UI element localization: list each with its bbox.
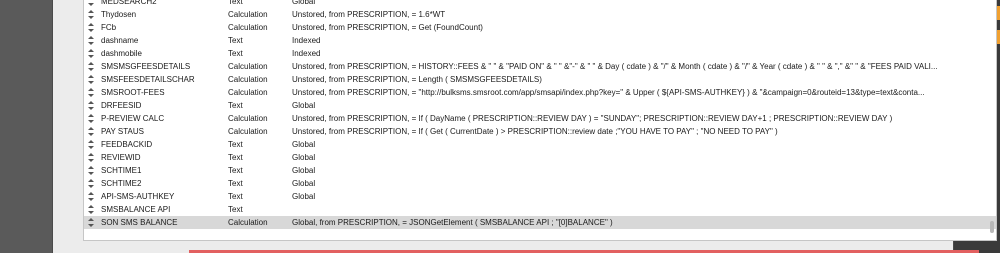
field-name: API-SMS-AUTHKEY	[101, 192, 175, 201]
field-row[interactable]: FCb Calculation Unstored, from PRESCRIPTIO…	[84, 21, 996, 34]
field-type: Calculation	[228, 62, 268, 71]
field-options: Global	[292, 153, 316, 162]
drag-handle-icon[interactable]	[87, 36, 95, 45]
field-options: Indexed	[292, 36, 321, 45]
field-type: Calculation	[228, 10, 268, 19]
field-type: Text	[228, 49, 243, 58]
field-options: Unstored, from PRESCRIPTION, = Get (Foun…	[292, 23, 483, 32]
field-type: Calculation	[228, 75, 268, 84]
field-type: Text	[228, 166, 243, 175]
field-type: Calculation	[228, 23, 268, 32]
drag-handle-icon[interactable]	[87, 218, 95, 227]
field-type: Text	[228, 179, 243, 188]
field-row[interactable]: SCHTIME1 Text Global	[84, 164, 996, 177]
field-name: SMSFEESDETAILSCHAR	[101, 75, 195, 84]
field-name: SMSROOT-FEES	[101, 88, 165, 97]
field-options: Unstored, from PRESCRIPTION, = 1.6*WT	[292, 10, 446, 19]
background-left	[0, 0, 52, 253]
field-row[interactable]: SMSFEESDETAILSCHAR Calculation Unstored, f…	[84, 73, 996, 86]
field-type: Calculation	[228, 88, 268, 97]
field-name: MEDSEARCH2	[101, 0, 157, 6]
field-type: Text	[228, 153, 243, 162]
field-row[interactable]: dashname Text Indexed	[84, 34, 996, 47]
drag-handle-icon[interactable]	[87, 192, 95, 201]
field-row[interactable]: SMSMSGFEESDETAILS Calculation Unstored, fr…	[84, 60, 996, 73]
field-row[interactable]: SON SMS BALANCE Calculation Global, from P…	[84, 216, 996, 229]
field-options: Global	[292, 179, 316, 188]
field-row[interactable]: SMSROOT-FEES Calculation Unstored, from PR…	[84, 86, 996, 99]
field-options: Global	[292, 101, 316, 110]
drag-handle-icon[interactable]	[87, 127, 95, 136]
field-type: Text	[228, 101, 243, 110]
field-options: Global	[292, 0, 316, 6]
field-row[interactable]: SMSBALANCE API Text	[84, 203, 996, 216]
field-options: Global	[292, 166, 316, 175]
drag-handle-icon[interactable]	[87, 179, 95, 188]
drag-handle-icon[interactable]	[87, 0, 95, 6]
field-options: Global	[292, 192, 316, 201]
drag-handle-icon[interactable]	[87, 49, 95, 58]
drag-handle-icon[interactable]	[87, 62, 95, 71]
drag-handle-icon[interactable]	[87, 153, 95, 162]
field-row[interactable]: Thydosen Calculation Unstored, from PRESCR…	[84, 8, 996, 21]
field-options: Global	[292, 140, 316, 149]
field-name: FCb	[101, 23, 117, 32]
field-name: DRFEESID	[101, 101, 142, 110]
field-name: Thydosen	[101, 10, 137, 19]
field-row[interactable]: dashmobile Text Indexed	[84, 47, 996, 60]
field-name: SON SMS BALANCE	[101, 218, 178, 227]
drag-handle-icon[interactable]	[87, 140, 95, 149]
field-name: REVIEWID	[101, 153, 141, 162]
drag-handle-icon[interactable]	[87, 166, 95, 175]
field-options: Unstored, from PRESCRIPTION, = "http://b…	[292, 88, 925, 97]
field-name: SCHTIME2	[101, 179, 142, 188]
field-name: FEEDBACKID	[101, 140, 153, 149]
field-row[interactable]: FEEDBACKID Text Global	[84, 138, 996, 151]
drag-handle-icon[interactable]	[87, 101, 95, 110]
field-row[interactable]: API-SMS-AUTHKEY Text Global	[84, 190, 996, 203]
field-options: Unstored, from PRESCRIPTION, = Length ( …	[292, 75, 542, 84]
field-type: Calculation	[228, 114, 268, 123]
drag-handle-icon[interactable]	[87, 205, 95, 214]
field-options: Unstored, from PRESCRIPTION, = If ( DayN…	[292, 114, 893, 123]
field-type: Text	[228, 205, 243, 214]
field-type: Text	[228, 192, 243, 201]
field-type: Text	[228, 140, 243, 149]
field-options: Indexed	[292, 49, 321, 58]
field-list[interactable]: SON SMS BALANCE Calculation Global, from P…	[83, 0, 997, 241]
field-options: Unstored, from PRESCRIPTION, = HISTORY::…	[292, 62, 938, 71]
field-name: SMSMSGFEESDETAILS	[101, 62, 191, 71]
field-row[interactable]: P-REVIEW CALC Calculation Unstored, from P…	[84, 112, 996, 125]
field-type: Calculation	[228, 127, 268, 136]
field-name: dashname	[101, 36, 139, 45]
drag-handle-icon[interactable]	[87, 114, 95, 123]
field-name: P-REVIEW CALC	[101, 114, 165, 123]
field-name: dashmobile	[101, 49, 142, 58]
drag-handle-icon[interactable]	[87, 75, 95, 84]
scrollbar-thumb[interactable]	[990, 221, 994, 233]
field-row[interactable]: PAY STAUS Calculation Unstored, from PRESC…	[84, 125, 996, 138]
drag-handle-icon[interactable]	[87, 10, 95, 19]
manage-database-dialog: SON SMS BALANCE Calculation Global, from P…	[52, 0, 997, 253]
field-row[interactable]: SCHTIME2 Text Global	[84, 177, 996, 190]
drag-handle-icon[interactable]	[87, 23, 95, 32]
field-type: Text	[228, 0, 243, 6]
field-type: Text	[228, 36, 243, 45]
field-name: PAY STAUS	[101, 127, 144, 136]
field-row[interactable]: MEDSEARCH2 Text Global	[84, 0, 996, 8]
field-name: SCHTIME1	[101, 166, 142, 175]
field-options: Global, from PRESCRIPTION, = JSONGetElem…	[292, 218, 613, 227]
field-name: SMSBALANCE API	[101, 205, 171, 214]
field-row[interactable]: REVIEWID Text Global	[84, 151, 996, 164]
field-row[interactable]: DRFEESID Text Global	[84, 99, 996, 112]
field-type: Calculation	[228, 218, 268, 227]
field-options: Unstored, from PRESCRIPTION, = If ( Get …	[292, 127, 778, 136]
drag-handle-icon[interactable]	[87, 88, 95, 97]
